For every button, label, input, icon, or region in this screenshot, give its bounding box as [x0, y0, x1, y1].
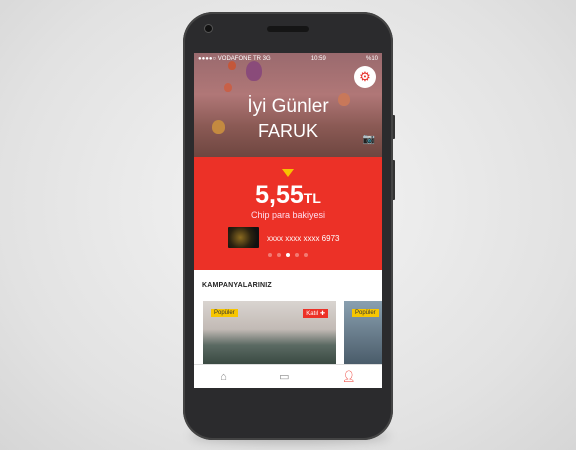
pager-dots[interactable] — [194, 253, 382, 257]
balance-amount: 5,55TL — [194, 181, 382, 210]
balloon-image — [224, 83, 232, 92]
bottom-nav: ⌂ ▭ 👤︎ — [194, 364, 382, 388]
camera-icon[interactable]: 📷 — [363, 134, 375, 145]
app-screen: ●●●●○ VODAFONE TR 3G 10:59 %10 ⚙ İyi Gün… — [194, 53, 382, 388]
card-number: xxxx xxxx xxxx 6973 — [267, 234, 340, 243]
pager-dot[interactable] — [277, 253, 281, 257]
triangle-down-icon — [282, 169, 294, 177]
profile-icon[interactable]: 👤︎ — [342, 370, 356, 383]
card-image[interactable] — [228, 227, 259, 248]
campaigns-title: KAMPANYALARINIZ — [202, 282, 272, 289]
battery-text: %10 — [365, 55, 378, 62]
home-icon[interactable]: ⌂ — [220, 371, 227, 383]
balance-section: 5,55TL Chip para bakiyesi xxxx xxxx xxxx… — [194, 157, 382, 270]
pager-dot[interactable] — [295, 253, 299, 257]
pager-dot-active[interactable] — [286, 253, 290, 257]
pager-dot[interactable] — [304, 253, 308, 257]
join-button[interactable]: Katıl ✚ — [303, 309, 328, 318]
carrier-text: ●●●●○ VODAFONE TR 3G — [198, 55, 271, 62]
user-name: FARUK — [257, 121, 318, 141]
greeting-text: İyi Günler — [247, 96, 329, 117]
pager-dot[interactable] — [268, 253, 272, 257]
popular-badge: Popüler — [211, 309, 238, 317]
hero-banner: ●●●●○ VODAFONE TR 3G 10:59 %10 ⚙ İyi Gün… — [194, 53, 382, 157]
speaker — [267, 26, 309, 32]
phone: ●●●●○ VODAFONE TR 3G 10:59 %10 ⚙ İyi Gün… — [183, 12, 393, 440]
popular-badge: Popüler — [352, 309, 379, 317]
front-camera — [205, 25, 212, 32]
amount-value: 5,55 — [255, 181, 304, 209]
status-bar: ●●●●○ VODAFONE TR 3G 10:59 %10 — [198, 54, 378, 63]
balance-label: Chip para bakiyesi — [250, 210, 326, 220]
campaign-tile[interactable]: Popüler Katıl ✚ — [203, 301, 336, 364]
campaign-tile[interactable]: Popüler — [344, 301, 382, 364]
settings-gear-icon[interactable]: ⚙ — [354, 66, 376, 88]
wallet-icon[interactable]: ▭ — [279, 370, 289, 383]
currency: TL — [303, 190, 321, 206]
balloon-image — [246, 61, 262, 81]
time-text: 10:59 — [310, 55, 326, 62]
